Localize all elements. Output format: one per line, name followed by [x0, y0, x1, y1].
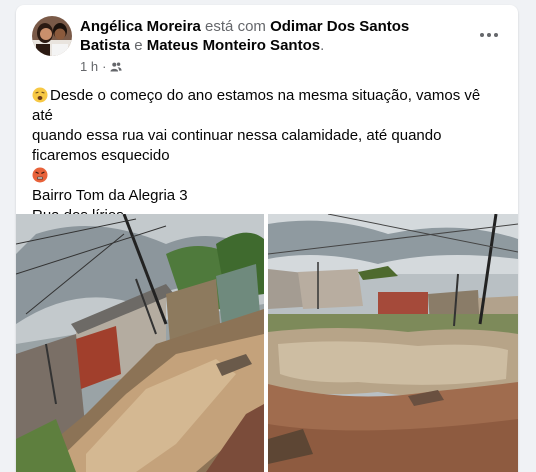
tagged-end: . — [320, 37, 325, 54]
post-line-1: Desde o começo do ano estamos na mesma s… — [32, 86, 504, 126]
author-avatar[interactable] — [32, 16, 72, 56]
post-meta: 1 h · — [80, 59, 123, 74]
tagged-person-2[interactable]: Mateus Monteiro Santos — [147, 37, 320, 54]
with-text: está com — [205, 18, 266, 35]
post-card: Angélica Moreira está com Odimar Dos San… — [16, 5, 518, 472]
more-options-icon[interactable] — [474, 25, 504, 45]
weary-face-icon — [32, 87, 48, 103]
post-photo-1[interactable] — [16, 214, 264, 472]
post-body: Desde o começo do ano estamos na mesma s… — [32, 86, 504, 226]
post-header: Angélica Moreira está com Odimar Dos San… — [80, 17, 460, 55]
angry-face-icon — [32, 167, 48, 183]
meta-separator: · — [102, 59, 107, 74]
post-text-1: Desde o começo do ano estamos na mesma s… — [32, 87, 481, 124]
avatar-photo — [32, 16, 72, 56]
post-text-3: ficaremos esquecido — [32, 147, 170, 164]
friends-icon[interactable] — [110, 61, 123, 73]
flooded-street-photo-2 — [268, 214, 518, 472]
post-photo-2[interactable] — [268, 214, 518, 472]
post-text-4: Bairro Tom da Alegria 3 — [32, 187, 188, 204]
post-timestamp[interactable]: 1 h — [80, 59, 98, 74]
author-name[interactable]: Angélica Moreira — [80, 18, 201, 35]
post-text-2: quando essa rua vai continuar nessa cala… — [32, 127, 442, 144]
flooded-street-photo-1 — [16, 214, 264, 472]
post-line-4 — [32, 166, 504, 186]
and-text: e — [134, 37, 143, 54]
